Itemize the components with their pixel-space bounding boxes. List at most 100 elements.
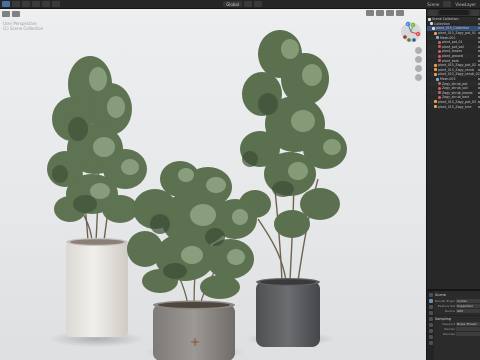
white-pot (66, 238, 128, 337)
sampling-section-label: Sampling (435, 316, 451, 321)
property-row: Device GPU (435, 308, 480, 313)
proportional-edit-toggle[interactable] (253, 1, 262, 7)
denoise-label: Denoise (442, 331, 455, 336)
tool-tab-icon[interactable] (428, 293, 433, 297)
outliner-row-label: plant_015_Zagy_pot_02 (438, 63, 476, 68)
properties-panel: Scene Render Engine Cycles Feature Set S… (427, 289, 480, 360)
scene-tab-icon[interactable] (428, 317, 433, 321)
scene-options-button[interactable] (443, 1, 452, 7)
feature-set-select[interactable]: Supported (456, 303, 480, 308)
outliner-row-label: plant_bark (442, 58, 459, 63)
outliner-row-label: Zagy_shrub_leaves (442, 90, 473, 95)
snap-toggle[interactable] (243, 1, 252, 7)
world-tab-icon[interactable] (428, 323, 433, 327)
denoise-field[interactable] (456, 331, 480, 336)
object-menu-button[interactable] (52, 1, 60, 7)
outliner-panel: Scene Collection Collection plant_015_Coll… (427, 9, 480, 289)
render-tab-icon[interactable] (428, 299, 433, 303)
outliner-search-input[interactable] (439, 10, 469, 15)
outliner-row-label: plant_015_Zagy_pot_01 (438, 31, 476, 36)
render-samples-field[interactable] (456, 326, 480, 331)
properties-content: Scene Render Engine Cycles Feature Set S… (434, 291, 480, 360)
outliner-row-label: plant_pot_01 (442, 40, 463, 45)
object-icon (434, 31, 437, 35)
dark-grey-pot (256, 278, 320, 347)
render-samples-label: Render (444, 326, 455, 331)
collection-icon (428, 17, 431, 21)
object-icon (434, 68, 437, 72)
object-tab-icon[interactable] (428, 329, 433, 333)
outliner-row-label: plant_015_Collection (436, 26, 470, 31)
property-row: Denoise (435, 331, 480, 336)
property-row: Render Engine Cycles (435, 298, 480, 303)
property-row: Feature Set Supported (435, 303, 480, 308)
object-icon (434, 105, 437, 109)
render-engine-label: Render Engine (435, 298, 455, 303)
3d-viewport[interactable]: User Perspective (1) Scene Collection X … (0, 9, 426, 360)
render-engine-select[interactable]: Cycles (456, 298, 480, 303)
mesh-icon (436, 77, 439, 81)
material-tab-icon[interactable] (428, 341, 433, 345)
left-tall-plant (47, 56, 147, 242)
output-tab-icon[interactable] (428, 305, 433, 309)
outliner-row-label: Scene Collection (432, 17, 459, 22)
feature-set-label: Feature Set (437, 303, 455, 308)
top-toolbar: Global Scene ViewLayer (0, 0, 480, 9)
outliner-row-label: plant_ground (442, 54, 464, 59)
outliner-row-label: Zagy_shrub_pot (442, 81, 468, 86)
right-tall-plant (239, 30, 347, 282)
material-icon (438, 95, 441, 99)
material-icon (438, 45, 441, 49)
middle-bush-plant (127, 161, 257, 306)
grey-concrete-pot (153, 300, 235, 360)
view-menu-button[interactable] (22, 1, 30, 7)
object-icon (434, 63, 437, 67)
mesh-icon (436, 36, 439, 40)
material-icon (438, 54, 441, 58)
outliner-row-label: plant_015_Zagy_shrub_02 (438, 72, 480, 77)
right-sidebar: Scene Collection Collection plant_015_Coll… (426, 9, 480, 360)
collection-icon (430, 22, 433, 26)
outliner-row-label: plant_015_Zagy_tree (438, 104, 472, 109)
outliner-filter-icon[interactable] (471, 9, 479, 16)
device-select[interactable]: GPU (456, 308, 480, 313)
viewport-samples-field[interactable]: Noise Thresh (456, 321, 480, 326)
scene-selector[interactable]: Scene (425, 2, 441, 7)
view-layer-tab-icon[interactable] (428, 311, 433, 315)
editor-type-button[interactable] (2, 1, 10, 7)
material-icon (438, 49, 441, 53)
outliner-display-mode-button[interactable] (429, 9, 437, 16)
property-row: Render (435, 326, 480, 331)
object-icon (434, 72, 437, 76)
outliner-header (427, 9, 480, 17)
outliner-row-label: Mesh.001 (440, 35, 456, 40)
outliner-row-label: Zagy_shrub_soil (442, 86, 468, 91)
material-icon (438, 91, 441, 95)
outliner-row-label: plant_015_Zagy_shrub (438, 67, 475, 72)
transform-orientation-select[interactable]: Global (223, 1, 242, 7)
view-layer-selector[interactable]: ViewLayer (453, 2, 478, 7)
outliner-row-label: plant_leaves (442, 49, 463, 54)
outliner-row-label: Mesh.003 (440, 77, 456, 82)
material-icon (438, 59, 441, 63)
outliner-tree: Scene Collection Collection plant_015_Coll… (427, 17, 480, 109)
properties-tabs (427, 291, 434, 360)
outliner-row-label: Zagy_shrub_bark (442, 95, 470, 100)
property-row: Viewport Noise Thresh (435, 321, 480, 326)
device-label: Device (444, 308, 455, 313)
object-icon (434, 100, 437, 104)
scene-render (47, 30, 347, 360)
modifier-tab-icon[interactable] (428, 335, 433, 339)
outliner-row-label: plant_015_Zagy_pot_03 (438, 99, 476, 104)
properties-title-label: Scene (435, 293, 446, 297)
material-icon (438, 86, 441, 90)
material-icon (438, 82, 441, 86)
add-menu-button[interactable] (42, 1, 50, 7)
outliner-row[interactable]: plant_015_Zagy_tree (427, 104, 480, 109)
viewport-samples-label: Viewport (441, 321, 455, 326)
mode-select-button[interactable] (12, 1, 20, 7)
collection-icon (432, 26, 435, 30)
material-icon (438, 40, 441, 44)
select-menu-button[interactable] (32, 1, 40, 7)
outliner-row-label: plant_pot_soil (442, 44, 464, 49)
